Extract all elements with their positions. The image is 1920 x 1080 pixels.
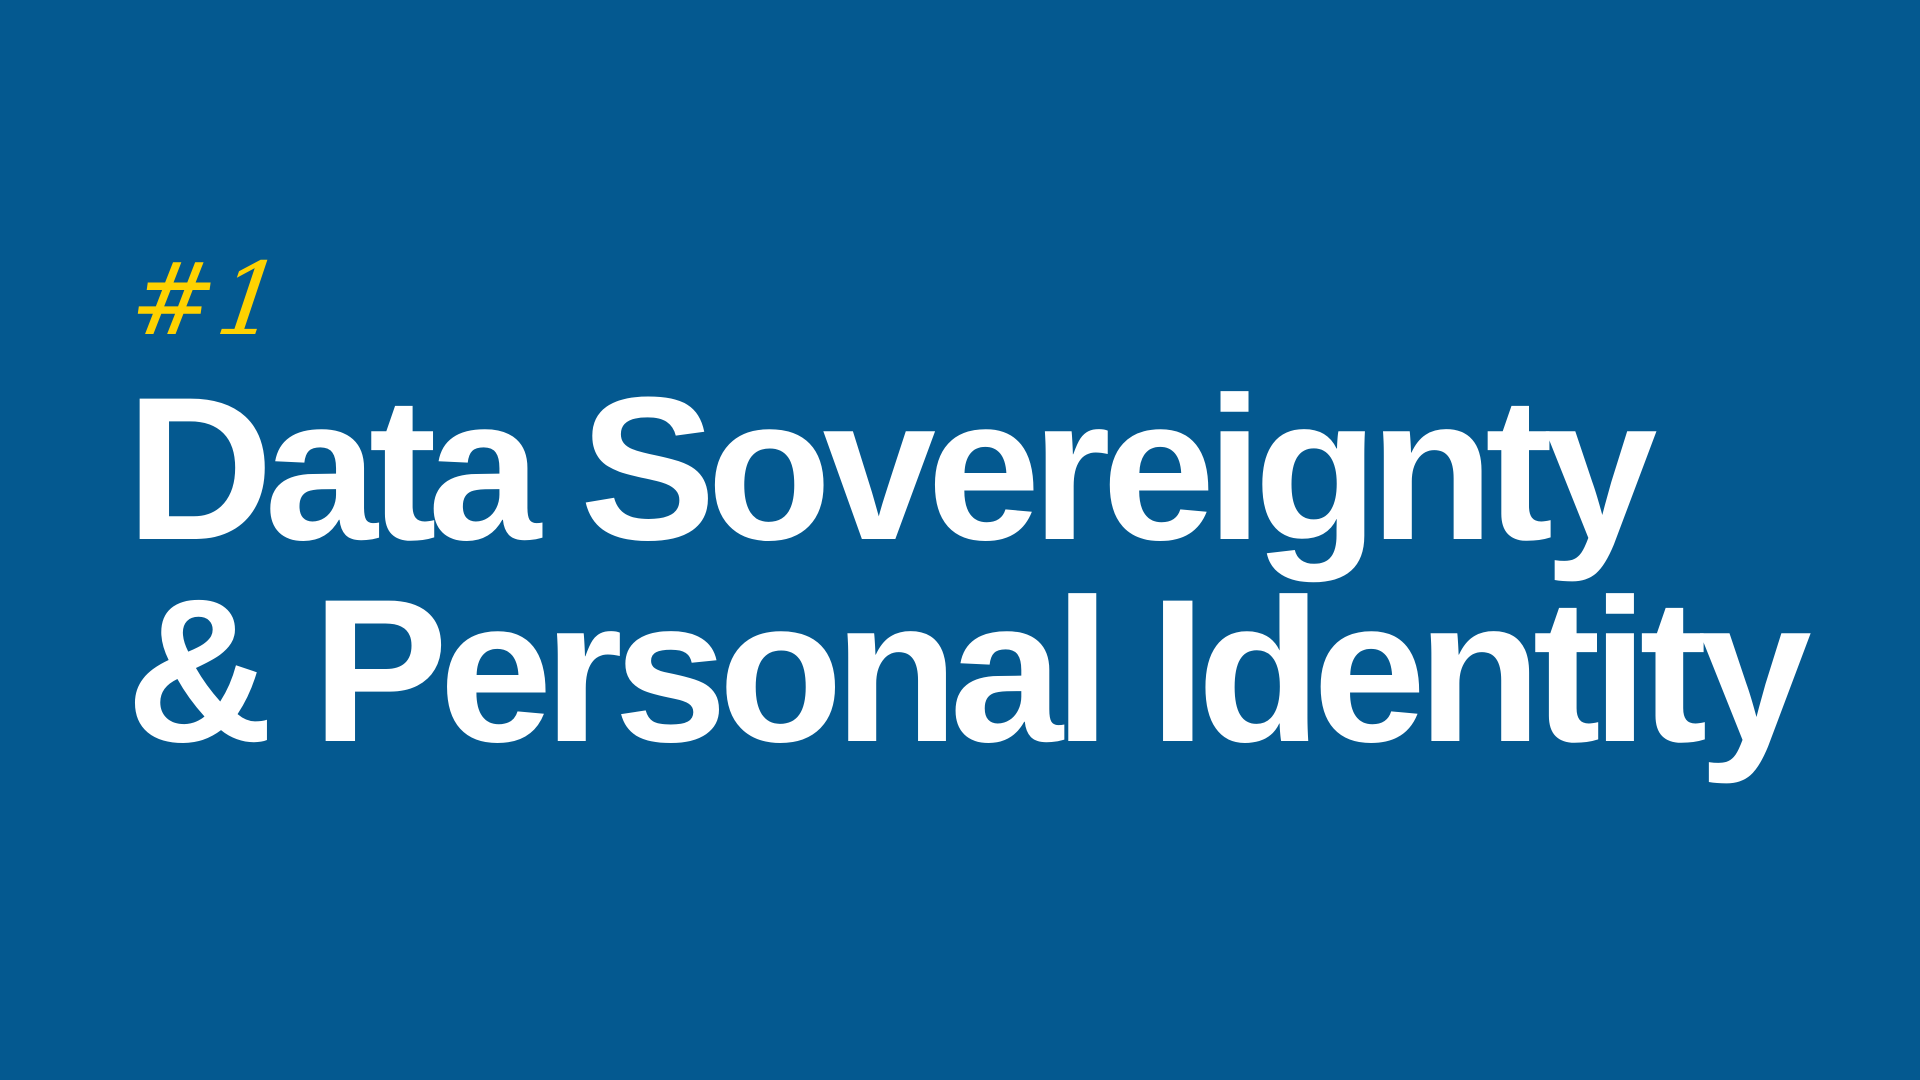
title-line-2: & Personal Identity	[126, 557, 1812, 785]
slide-number: #1	[123, 241, 292, 358]
slide-title: Data Sovereignty & Personal Identity	[126, 355, 1812, 785]
title-slide: #1 Data Sovereignty & Personal Identity	[0, 0, 1920, 1080]
title-line-1: Data Sovereignty	[126, 355, 1658, 583]
